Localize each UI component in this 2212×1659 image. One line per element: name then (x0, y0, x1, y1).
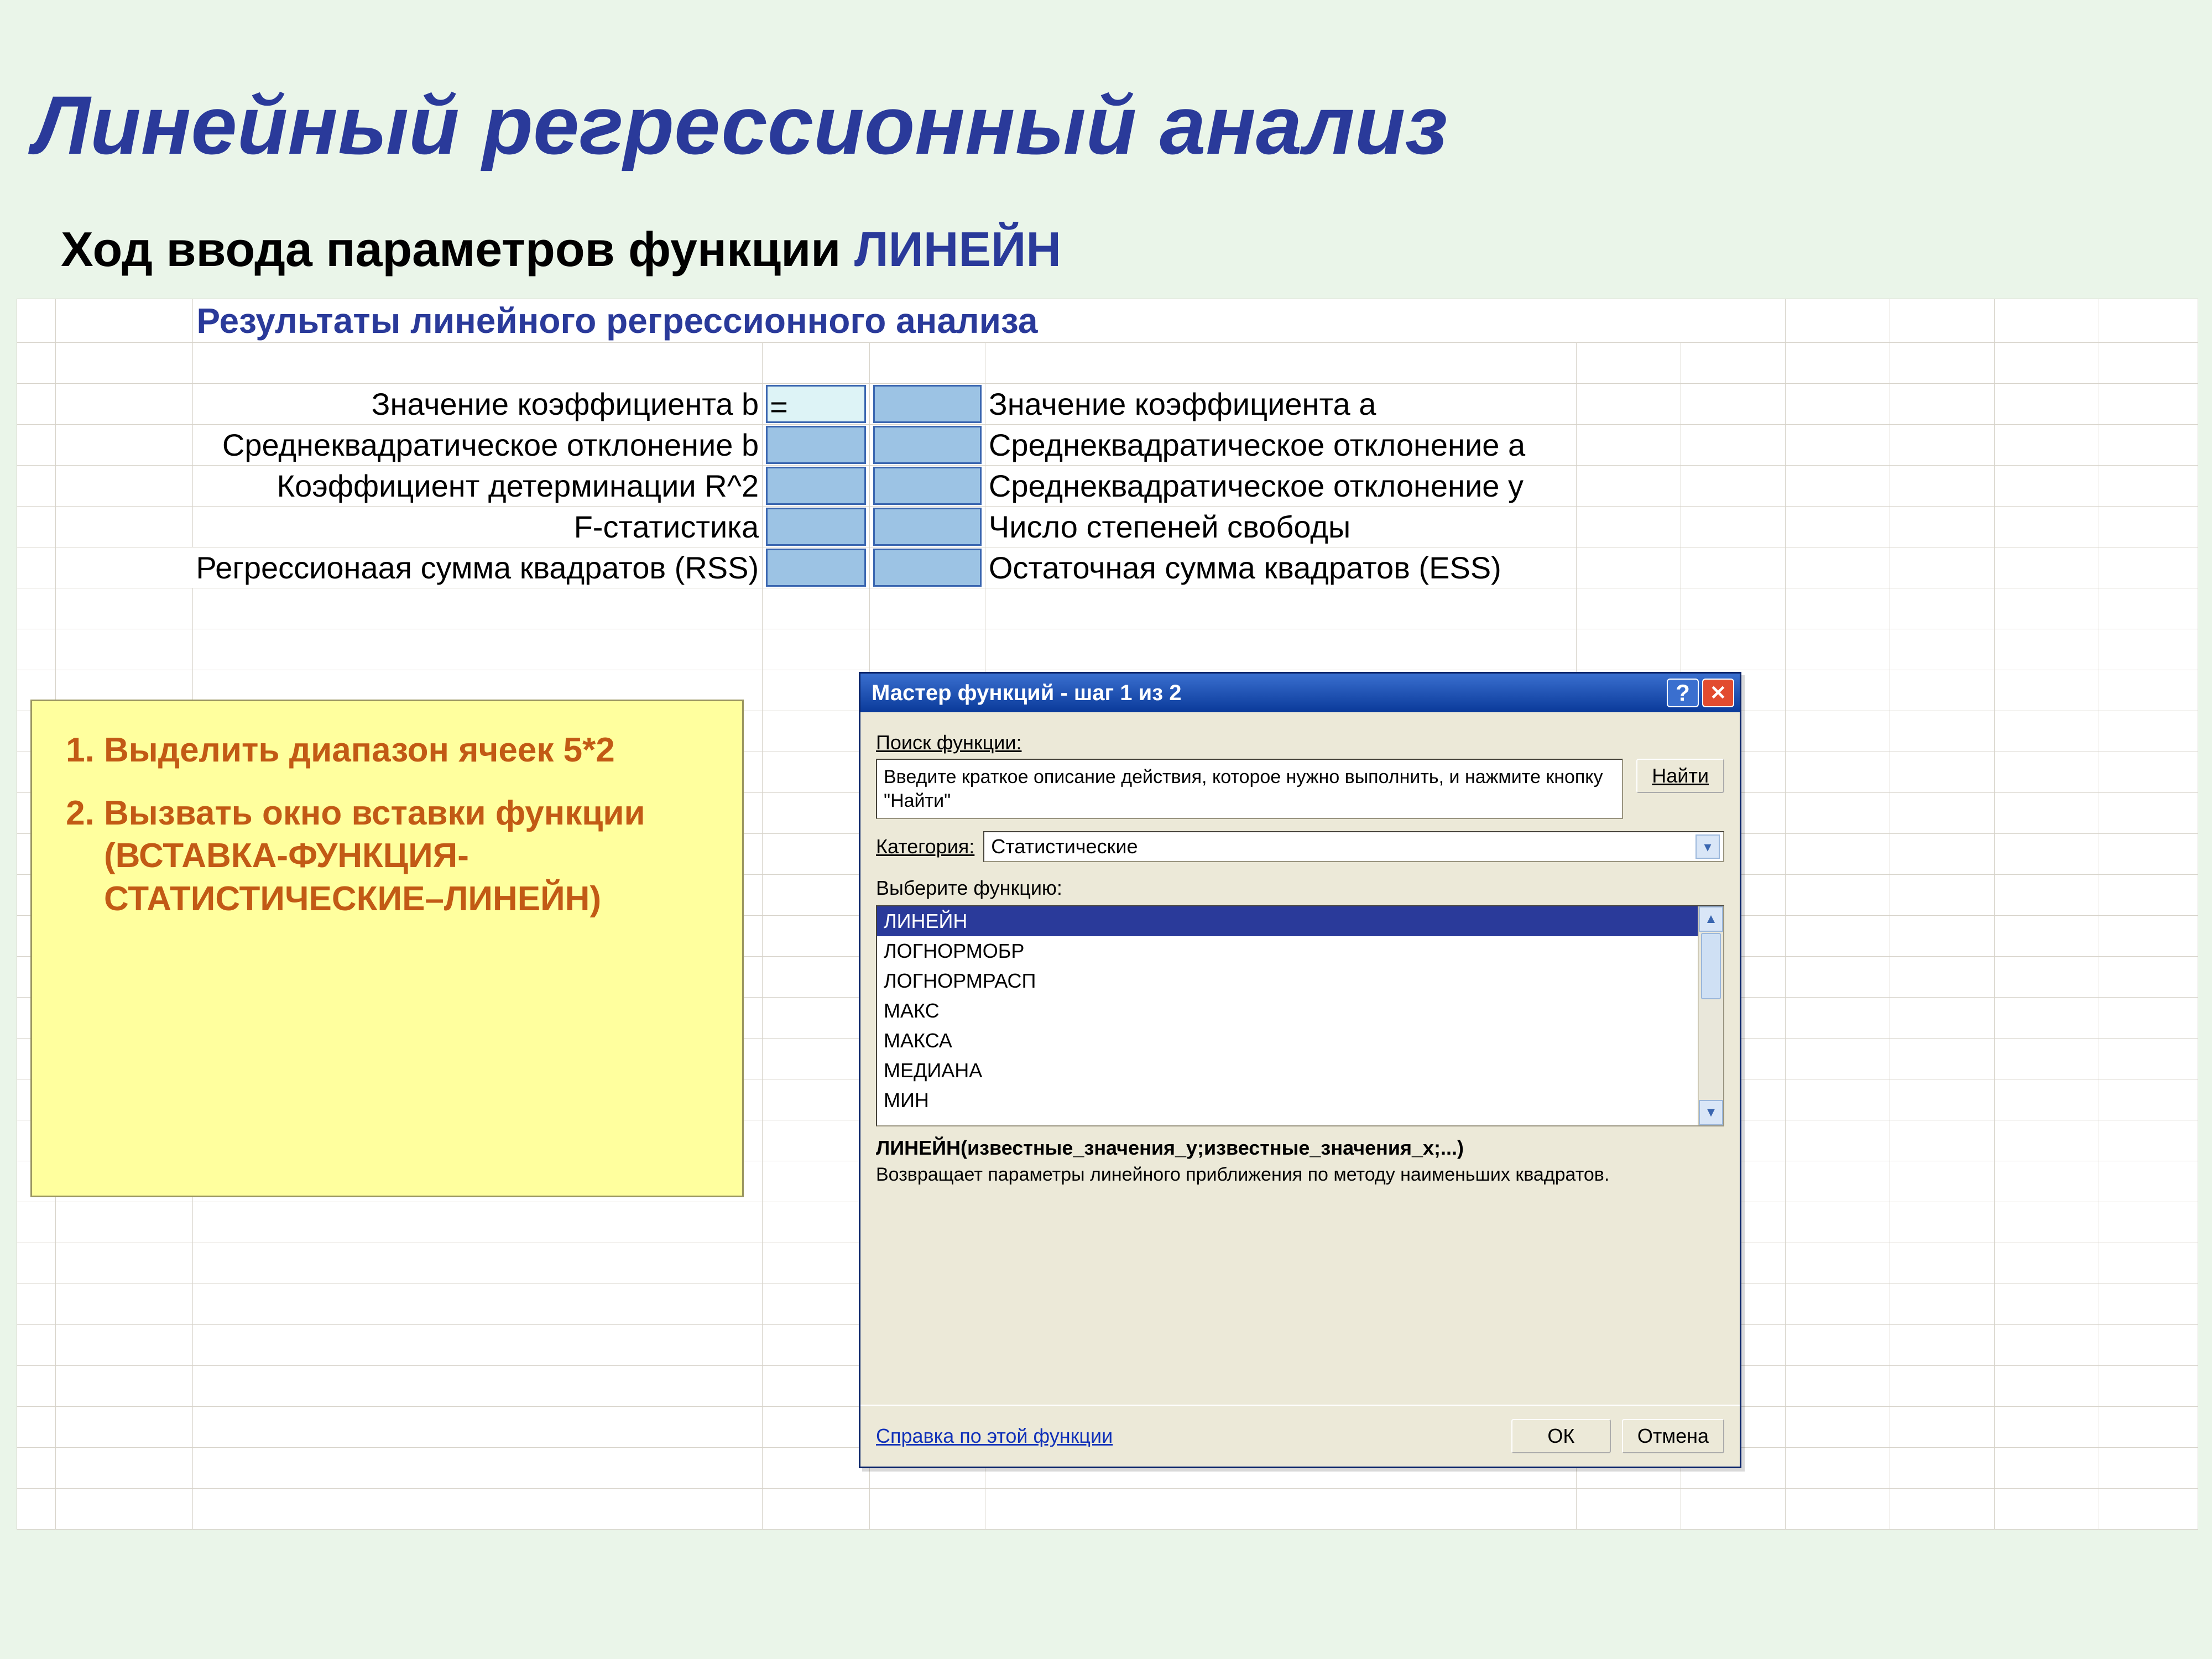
search-input[interactable]: Введите краткое описание действия, котор… (876, 759, 1623, 819)
selected-cell[interactable] (766, 508, 866, 546)
row-label-left: Регрессионаая сумма квадратов (RSS) (55, 547, 762, 588)
row-label-right: Среднеквадратическое отклонение y (985, 466, 1576, 507)
sheet-header: Результаты линейного регрессионного анал… (193, 299, 1786, 343)
help-link[interactable]: Справка по этой функции (876, 1425, 1113, 1448)
selected-cell[interactable] (873, 385, 982, 423)
subtitle-function-name: ЛИНЕЙН (854, 222, 1061, 276)
dialog-title: Мастер функций - шаг 1 из 2 (872, 681, 1181, 706)
chevron-down-icon[interactable]: ▾ (1695, 834, 1720, 859)
help-button[interactable]: ? (1667, 679, 1699, 707)
step-2: Вызвать окно вставки функции (ВСТАВКА-ФУ… (104, 792, 726, 921)
selected-cell[interactable] (873, 549, 982, 587)
function-item[interactable]: ЛОГНОРМОБР (877, 936, 1698, 966)
function-item-selected[interactable]: ЛИНЕЙН (877, 906, 1698, 936)
function-listbox[interactable]: ЛИНЕЙН ЛОГНОРМОБР ЛОГНОРМРАСП МАКС МАКСА… (877, 906, 1698, 1125)
category-value: Статистические (991, 835, 1138, 858)
function-item[interactable]: МАКС (877, 996, 1698, 1026)
step-1: Выделить диапазон ячеек 5*2 (104, 729, 726, 772)
subtitle-prefix: Ход ввода параметров функции (61, 222, 854, 276)
row-label-right: Остаточная сумма квадратов (ESS) (985, 547, 1576, 588)
row-label-left: Значение коэффициента b (193, 384, 763, 425)
ok-button[interactable]: ОК (1511, 1419, 1611, 1453)
active-cell[interactable]: = (766, 385, 866, 423)
selected-cell[interactable] (873, 508, 982, 546)
close-button[interactable]: ✕ (1702, 679, 1734, 707)
category-combobox[interactable]: Статистические ▾ (983, 831, 1724, 862)
row-label-right: Число степеней свободы (985, 507, 1576, 547)
function-item[interactable]: МЕДИАНА (877, 1056, 1698, 1086)
selected-cell[interactable] (766, 549, 866, 587)
function-item[interactable]: МАКСА (877, 1026, 1698, 1056)
scrollbar[interactable]: ▲ ▼ (1698, 906, 1723, 1125)
function-description: Возвращает параметры линейного приближен… (876, 1163, 1724, 1187)
cancel-button[interactable]: Отмена (1622, 1419, 1724, 1453)
slide-subtitle: Ход ввода параметров функции ЛИНЕЙН (61, 221, 1061, 278)
search-label: Поиск функции: (876, 731, 1724, 754)
selected-cell[interactable] (873, 426, 982, 464)
row-label-left: Коэффициент детерминации R^2 (193, 466, 763, 507)
function-item[interactable]: МИН (877, 1086, 1698, 1115)
function-signature: ЛИНЕЙН(известные_значения_y;известные_зн… (876, 1136, 1464, 1159)
row-label-right: Значение коэффициента a (985, 384, 1576, 425)
dialog-titlebar[interactable]: Мастер функций - шаг 1 из 2 ? ✕ (860, 674, 1740, 712)
find-button[interactable]: Найти (1636, 759, 1724, 793)
choose-function-label: Выберите функцию: (876, 877, 1724, 900)
row-label-left: F-статистика (193, 507, 763, 547)
scroll-up-icon[interactable]: ▲ (1699, 906, 1723, 932)
function-item[interactable]: ЛОГНОРМРАСП (877, 966, 1698, 996)
instruction-box: Выделить диапазон ячеек 5*2 Вызвать окно… (30, 700, 744, 1197)
scroll-thumb[interactable] (1701, 933, 1721, 999)
scroll-down-icon[interactable]: ▼ (1699, 1100, 1723, 1125)
function-wizard-dialog: Мастер функций - шаг 1 из 2 ? ✕ Поиск фу… (859, 672, 1741, 1468)
selected-cell[interactable] (873, 467, 982, 505)
category-label: Категория: (876, 835, 974, 858)
row-label-left: Среднеквадратическое отклонение b (193, 425, 763, 466)
slide-title: Линейный регрессионный анализ (33, 77, 1448, 173)
selected-cell[interactable] (766, 467, 866, 505)
selected-cell[interactable] (766, 426, 866, 464)
row-label-right: Среднеквадратическое отклонение a (985, 425, 1576, 466)
